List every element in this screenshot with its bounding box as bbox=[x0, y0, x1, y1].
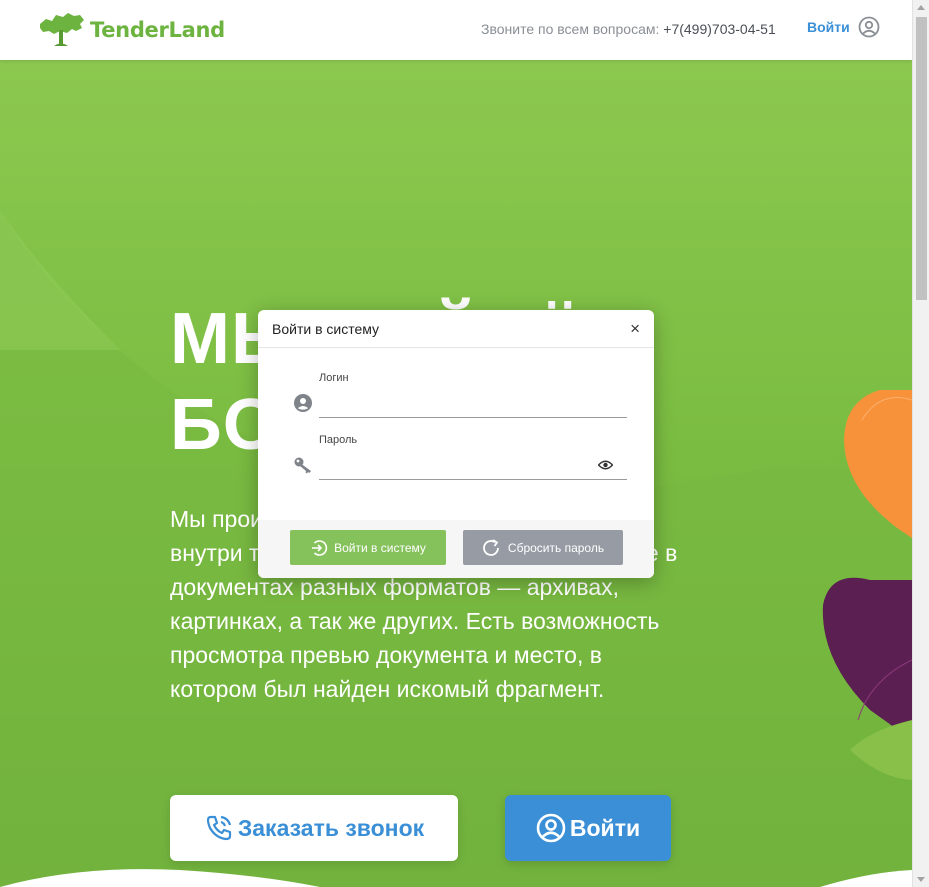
sign-in-icon bbox=[312, 539, 328, 556]
login-input[interactable] bbox=[319, 392, 627, 418]
close-icon[interactable]: × bbox=[630, 320, 640, 337]
password-input[interactable] bbox=[319, 454, 627, 480]
scroll-thumb[interactable] bbox=[916, 17, 927, 300]
key-icon bbox=[294, 457, 311, 474]
user-circle-icon bbox=[536, 813, 566, 843]
page-scrollbar[interactable] bbox=[912, 0, 929, 887]
header-login-link[interactable]: Войти bbox=[807, 16, 880, 38]
hero-login-label: Войти bbox=[569, 814, 641, 841]
russia-tree-logo-icon bbox=[40, 13, 84, 46]
header-login-label: Войти bbox=[807, 19, 850, 35]
hero-login-button[interactable]: Войти bbox=[505, 795, 671, 861]
user-circle-icon bbox=[294, 394, 312, 412]
order-call-button[interactable]: Заказать звонок bbox=[170, 795, 458, 861]
refresh-icon bbox=[483, 538, 499, 556]
login-modal: Войти в систему × Логин Пароль Войти в с… bbox=[258, 310, 654, 578]
login-label: Логин bbox=[319, 372, 349, 384]
brand-name: TenderLand bbox=[90, 18, 225, 42]
login-field: Логин bbox=[294, 372, 628, 422]
logo[interactable]: TenderLand bbox=[38, 10, 225, 50]
phone-call-icon bbox=[206, 815, 231, 841]
modal-footer: Войти в систему Сбросить пароль bbox=[258, 520, 654, 578]
site-header: TenderLand Звоните по всем вопросам: +7(… bbox=[0, 0, 912, 60]
sign-in-button[interactable]: Войти в систему bbox=[290, 530, 446, 565]
sign-in-label: Войти в систему bbox=[334, 540, 426, 555]
password-field: Пароль bbox=[294, 434, 628, 484]
modal-title: Войти в систему bbox=[272, 320, 380, 337]
phone-label: Звоните по всем вопросам: bbox=[481, 21, 660, 37]
scroll-up-arrow-icon[interactable] bbox=[917, 5, 925, 10]
modal-header: Войти в систему × bbox=[258, 310, 654, 348]
scroll-down-arrow-icon[interactable] bbox=[917, 877, 925, 882]
user-circle-icon bbox=[858, 16, 880, 38]
reset-password-label: Сбросить пароль bbox=[507, 540, 605, 555]
eye-icon[interactable] bbox=[598, 460, 613, 470]
hero-text-line: просмотра превью документа и место, в bbox=[170, 642, 602, 668]
reset-password-button[interactable]: Сбросить пароль bbox=[463, 530, 623, 565]
phone-contact: Звоните по всем вопросам: +7(499)703-04-… bbox=[481, 21, 776, 37]
phone-number[interactable]: +7(499)703-04-51 bbox=[663, 21, 775, 37]
hero-text-line: котором был найден искомый фрагмент. bbox=[170, 676, 605, 702]
order-call-label: Заказать звонок bbox=[237, 814, 425, 841]
password-label: Пароль bbox=[319, 434, 358, 446]
hero-text-line: картинках, а так же других. Есть возможн… bbox=[170, 608, 660, 634]
